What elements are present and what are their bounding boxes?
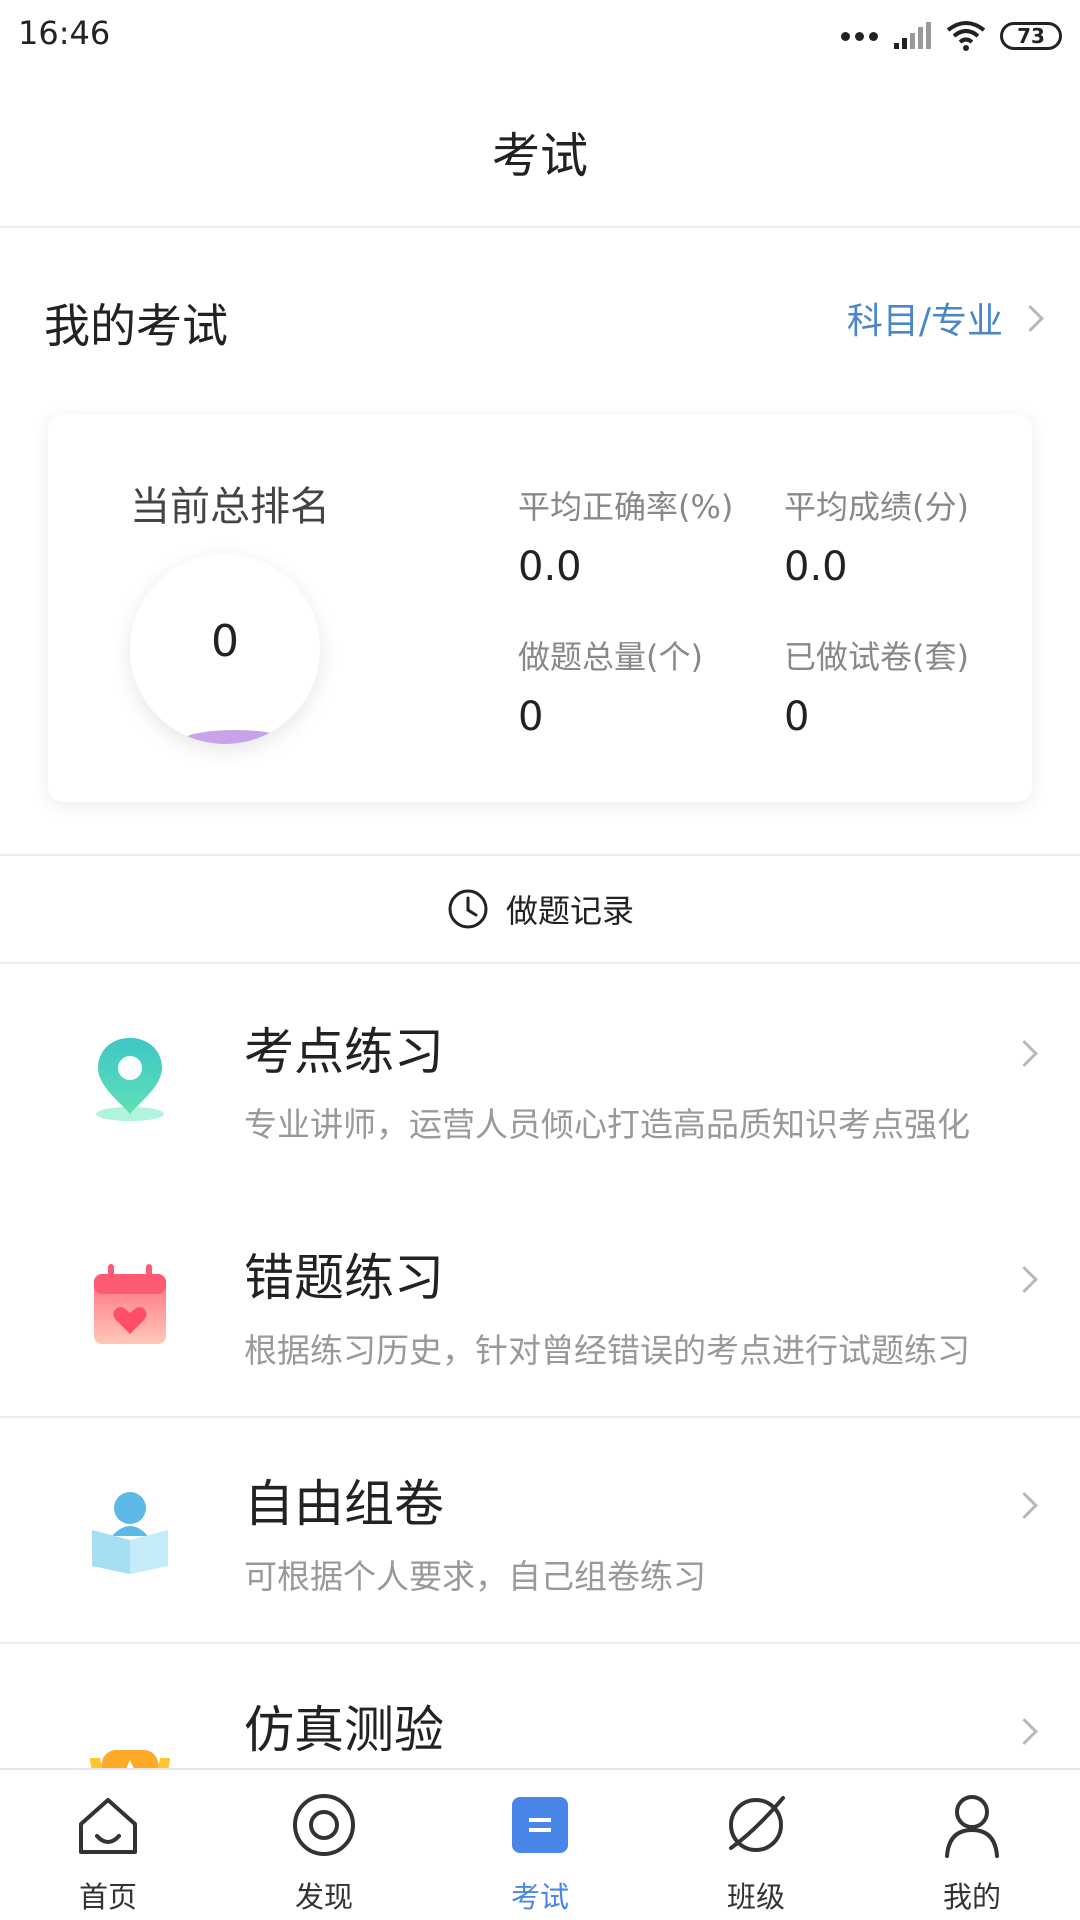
menu-title: 错题练习 bbox=[244, 1249, 444, 1307]
stat-label: 已做试卷(套) bbox=[784, 638, 969, 676]
wifi-icon bbox=[946, 21, 986, 51]
tab-label: 发现 bbox=[294, 1880, 353, 1914]
rank-circle: 0 bbox=[130, 554, 320, 744]
discover-icon bbox=[293, 1794, 355, 1856]
chevron-right-icon bbox=[1011, 1492, 1038, 1519]
battery-indicator: 73 bbox=[1000, 22, 1062, 50]
calendar-heart-icon bbox=[94, 1264, 166, 1344]
tab-label: 我的 bbox=[942, 1880, 1001, 1914]
stat-papers-done: 已做试卷(套) 0 bbox=[784, 632, 969, 740]
subject-major-link[interactable]: 科目/专业 bbox=[846, 292, 1044, 344]
stat-value: 0 bbox=[784, 694, 810, 740]
status-time: 16:46 bbox=[18, 14, 111, 52]
status-bar: 16:46 73 bbox=[0, 0, 1080, 72]
stat-value: 0.0 bbox=[784, 544, 848, 590]
home-icon bbox=[79, 1798, 137, 1854]
menu-desc: 根据练习历史，针对曾经错误的考点进行试题练习 bbox=[244, 1331, 970, 1370]
menu-item-keypoint-practice[interactable]: 考点练习 专业讲师，运营人员倾心打造高品质知识考点强化 bbox=[0, 966, 1080, 1192]
chevron-right-icon bbox=[1017, 304, 1044, 332]
menu-title: 考点练习 bbox=[244, 1023, 444, 1081]
tab-exam[interactable]: 考试 bbox=[432, 1770, 648, 1920]
menu-desc: 可根据个人要求，自己组卷练习 bbox=[244, 1557, 706, 1596]
exam-icon bbox=[512, 1797, 568, 1853]
rank-value: 0 bbox=[211, 616, 239, 667]
stats-card: 当前总排名 0 平均正确率(%) 0.0 平均成绩(分) 0.0 做题总量(个)… bbox=[48, 414, 1032, 802]
page-title: 考试 bbox=[491, 128, 588, 184]
subject-major-label: 科目/专业 bbox=[846, 301, 1003, 342]
tab-home[interactable]: 首页 bbox=[0, 1770, 216, 1920]
menu-title: 自由组卷 bbox=[244, 1475, 444, 1533]
menu-item-wrong-questions[interactable]: 错题练习 根据练习历史，针对曾经错误的考点进行试题练习 bbox=[0, 1192, 1080, 1418]
my-exam-header: 我的考试 科目/专业 bbox=[0, 228, 1080, 398]
tab-mine[interactable]: 我的 bbox=[864, 1770, 1080, 1920]
status-icons: 73 bbox=[841, 16, 1062, 56]
chevron-right-icon bbox=[1011, 1718, 1038, 1745]
clock-icon bbox=[448, 889, 488, 929]
tab-label: 首页 bbox=[78, 1880, 137, 1914]
menu-title: 仿真测验 bbox=[244, 1701, 444, 1759]
stat-label: 做题总量(个) bbox=[518, 638, 703, 676]
stat-label: 平均正确率(%) bbox=[518, 488, 734, 526]
reader-book-icon bbox=[92, 1492, 168, 1574]
person-icon bbox=[945, 1795, 999, 1858]
rank-label: 当前总排名 bbox=[130, 484, 330, 530]
tab-label: 班级 bbox=[726, 1880, 785, 1914]
location-pin-icon bbox=[96, 1038, 164, 1121]
tab-class[interactable]: 班级 bbox=[648, 1770, 864, 1920]
chevron-right-icon bbox=[1011, 1266, 1038, 1293]
stat-label: 平均成绩(分) bbox=[784, 488, 969, 526]
my-exam-title: 我的考试 bbox=[44, 299, 228, 353]
planet-icon bbox=[729, 1796, 785, 1852]
stat-avg-accuracy: 平均正确率(%) 0.0 bbox=[518, 482, 733, 590]
stat-avg-score: 平均成绩(分) 0.0 bbox=[784, 482, 969, 590]
tab-discover[interactable]: 发现 bbox=[216, 1770, 432, 1920]
signal-icon bbox=[894, 22, 931, 49]
bottom-tab-bar: 首页 发现 考试 班级 我的 bbox=[0, 1768, 1080, 1920]
practice-record-label: 做题记录 bbox=[505, 892, 634, 930]
tab-label: 考试 bbox=[510, 1880, 569, 1914]
title-bar: 考试 bbox=[0, 72, 1080, 228]
rank-wave-decoration bbox=[180, 730, 290, 744]
stat-value: 0 bbox=[518, 694, 544, 740]
stat-total-questions: 做题总量(个) 0 bbox=[518, 632, 703, 740]
more-dots-icon bbox=[841, 31, 878, 41]
practice-record-button[interactable]: 做题记录 bbox=[0, 854, 1080, 964]
menu-item-free-compose[interactable]: 自由组卷 可根据个人要求，自己组卷练习 bbox=[0, 1418, 1080, 1644]
chevron-right-icon bbox=[1011, 1040, 1038, 1067]
menu-desc: 专业讲师，运营人员倾心打造高品质知识考点强化 bbox=[244, 1105, 970, 1144]
stat-value: 0.0 bbox=[518, 544, 582, 590]
